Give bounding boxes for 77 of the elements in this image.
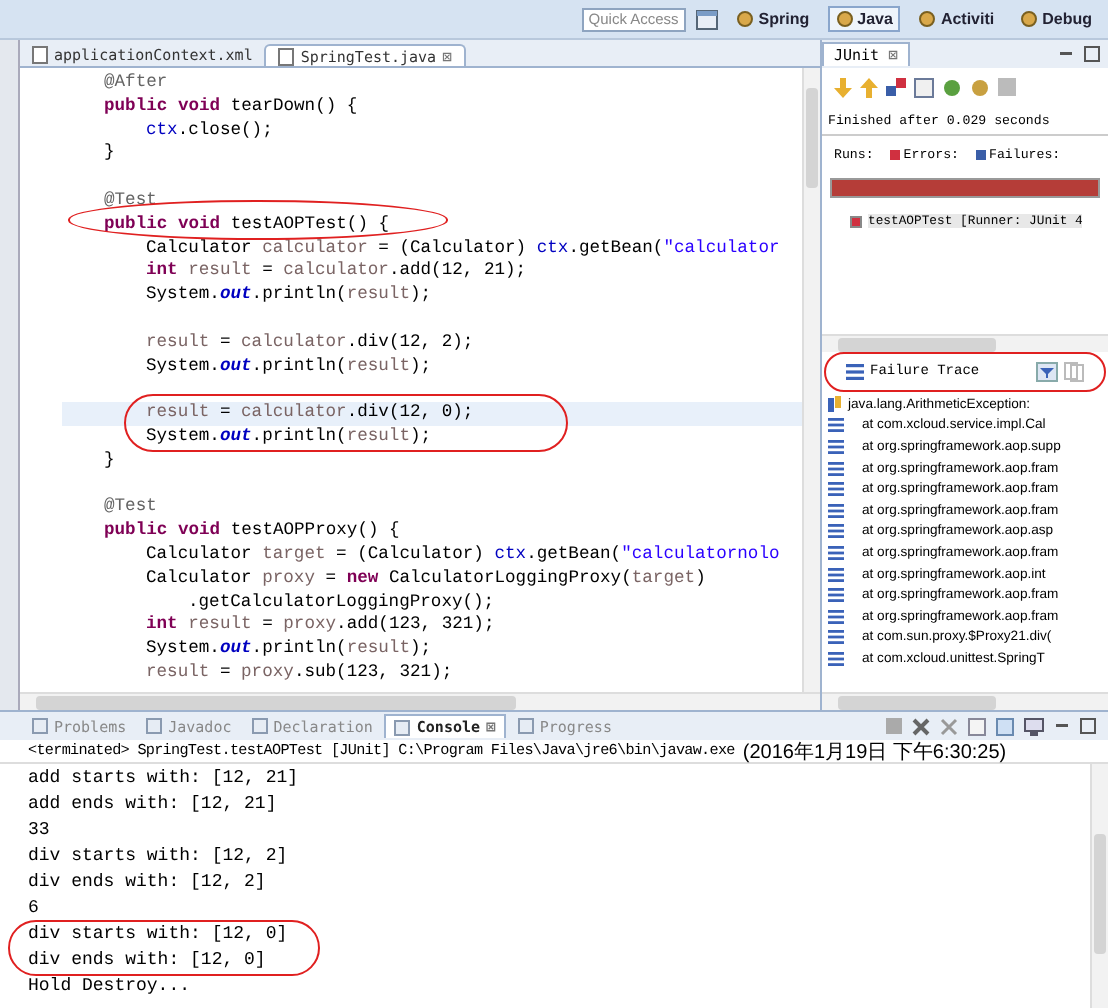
code-line: System.out.println(result); xyxy=(146,638,432,659)
code-line: Calculator calculator = (Calculator) ctx.getBean("calculator xyxy=(146,237,780,258)
code-line: @Test xyxy=(104,189,157,210)
failure-icon xyxy=(975,150,985,160)
code-line: } xyxy=(104,142,115,163)
scrollbar[interactable] xyxy=(20,692,820,710)
perspective-button[interactable]: Java xyxy=(827,6,901,32)
stack-frame-icon xyxy=(828,609,844,624)
code-line: System.out.println(result); xyxy=(146,425,432,446)
code-line: } xyxy=(104,449,115,470)
maximize-icon[interactable] xyxy=(1084,46,1100,62)
console-line: div starts with: [12, 0] xyxy=(28,922,290,948)
stack-frame-icon xyxy=(828,524,844,539)
code-line: Calculator proxy = new CalculatorLoggingProxy(target) xyxy=(146,567,706,588)
window-icon xyxy=(394,719,411,735)
stack-frame-icon xyxy=(828,482,844,497)
error-icon xyxy=(889,150,900,160)
stack-frame-icon xyxy=(828,418,844,433)
maximize-icon[interactable] xyxy=(1080,718,1096,734)
code-line: public void testAOPProxy() { xyxy=(104,520,400,541)
remove-icon[interactable] xyxy=(912,717,930,735)
window-icon xyxy=(251,718,268,734)
circle-icon xyxy=(1020,10,1039,28)
exception-icon xyxy=(828,396,842,413)
console-timestamp: (2016年1月19日 下午6:30:25) xyxy=(742,739,1007,765)
scrollbar[interactable] xyxy=(822,692,1108,710)
window-icon xyxy=(517,718,534,734)
perspective-button[interactable]: Debug xyxy=(1012,6,1100,32)
stack-frame-icon xyxy=(828,588,844,603)
file-icon xyxy=(32,46,48,64)
stack-frame-icon xyxy=(828,630,844,645)
console-line: add ends with: [12, 21] xyxy=(28,792,279,818)
code-line: int result = calculator.add(12, 21); xyxy=(146,260,527,281)
circle-icon xyxy=(918,10,937,28)
code-line: System.out.println(result); xyxy=(146,355,432,376)
code-line: result = calculator.div(12, 2); xyxy=(146,331,474,352)
compare-icon[interactable] xyxy=(1064,362,1084,382)
stack-frame-icon xyxy=(828,567,844,582)
window-icon xyxy=(32,718,48,734)
file-icon xyxy=(278,47,295,65)
window-icon xyxy=(146,718,163,734)
code-line: @Test xyxy=(104,496,157,517)
code-line: result = proxy.sub(123, 321); xyxy=(146,661,453,682)
code-line: System.out.println(result); xyxy=(146,284,432,305)
console-line: 33 xyxy=(28,818,52,844)
code-line: public void tearDown() { xyxy=(104,95,358,116)
code-line: .getCalculatorLoggingProxy(); xyxy=(188,591,495,612)
stack-icon xyxy=(846,364,864,380)
code-line: public void testAOPTest() { xyxy=(104,213,390,234)
scrollbar[interactable] xyxy=(822,334,1108,352)
console-line: add starts with: [12, 21] xyxy=(28,766,301,792)
circle-icon xyxy=(835,10,854,28)
stack-frame-icon xyxy=(828,651,844,666)
filter-icon[interactable] xyxy=(1036,362,1058,382)
perspective-button[interactable]: Spring xyxy=(728,6,818,32)
code-line: ctx.close(); xyxy=(146,119,273,140)
console-line: div starts with: [12, 2] xyxy=(28,844,290,870)
monitor-icon[interactable] xyxy=(1024,717,1044,735)
code-line: int result = proxy.add(123, 321); xyxy=(146,614,495,635)
console-line: 6 xyxy=(28,896,41,922)
console-line: div ends with: [12, 2] xyxy=(28,870,268,896)
up-arrow-icon[interactable] xyxy=(860,78,878,98)
perspective-button[interactable]: Activiti xyxy=(910,6,1003,32)
scrollbar[interactable] xyxy=(802,68,820,692)
stack-frame-icon xyxy=(828,545,844,560)
console-line: div ends with: [12, 0] xyxy=(28,948,268,974)
circle-icon xyxy=(736,10,755,28)
code-line: @After xyxy=(104,72,168,92)
scrollbar[interactable] xyxy=(1090,764,1108,1008)
squares-icon[interactable] xyxy=(886,78,906,98)
code-line: Calculator target = (Calculator) ctx.getBean("calculatornolo xyxy=(146,543,780,564)
remove-all-icon[interactable] xyxy=(940,717,958,735)
down-arrow-icon[interactable] xyxy=(834,78,852,98)
console-line: Hold Destroy... xyxy=(28,974,193,1000)
code-line: result = calculator.div(12, 0); xyxy=(146,402,474,423)
stack-frame-icon xyxy=(828,503,844,518)
window-icon[interactable] xyxy=(696,9,719,29)
